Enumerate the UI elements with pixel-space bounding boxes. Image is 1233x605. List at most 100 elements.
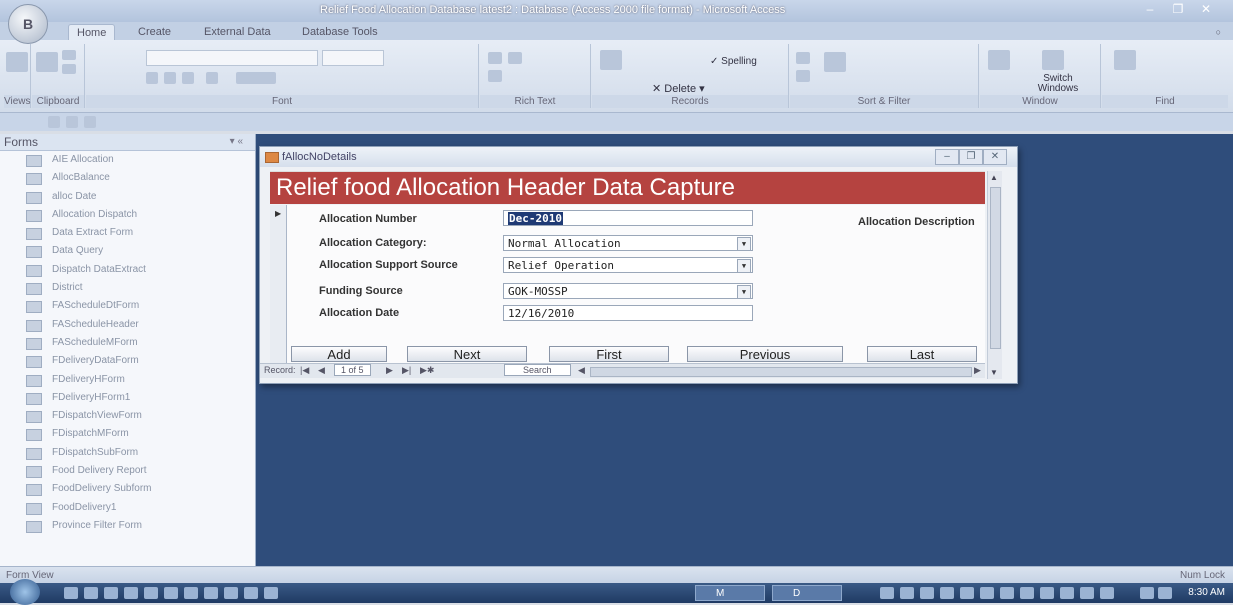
tab-create[interactable]: Create xyxy=(130,24,179,40)
view-icon[interactable] xyxy=(6,52,28,72)
add-button[interactable]: Add xyxy=(291,346,387,362)
record-position-input[interactable]: 1 of 5 xyxy=(334,364,371,376)
form-minimize-button[interactable]: – xyxy=(935,149,959,165)
size-to-fit-icon[interactable] xyxy=(988,50,1010,70)
help-icon[interactable]: ○ xyxy=(1208,24,1229,40)
tray-icon[interactable] xyxy=(940,587,954,599)
app-icon[interactable] xyxy=(224,587,238,599)
font-name-select[interactable] xyxy=(146,50,318,66)
office-button[interactable]: B xyxy=(8,4,48,44)
next-record-icon[interactable]: ▶ xyxy=(386,365,393,376)
switch-windows-icon[interactable] xyxy=(1042,50,1064,70)
record-selector[interactable]: ▶ xyxy=(270,205,287,375)
first-button[interactable]: First xyxy=(549,346,669,362)
previous-button[interactable]: Previous xyxy=(687,346,843,362)
nav-item[interactable]: FoodDelivery1 xyxy=(0,499,255,517)
nav-item[interactable]: FDispatchViewForm xyxy=(0,407,255,425)
scroll-down-icon[interactable]: ▼ xyxy=(990,368,998,377)
first-record-icon[interactable]: |◀ xyxy=(300,365,309,376)
nav-item[interactable]: FAScheduleMForm xyxy=(0,334,255,352)
nav-item[interactable]: AIE Allocation xyxy=(0,151,255,169)
save-icon[interactable] xyxy=(48,116,60,128)
tray-icon[interactable] xyxy=(1040,587,1054,599)
browser-icon[interactable] xyxy=(144,587,158,599)
tray-icon[interactable] xyxy=(880,587,894,599)
tray-icon[interactable] xyxy=(1100,587,1114,599)
new-record-icon[interactable]: ▶✱ xyxy=(420,365,434,376)
app-icon[interactable] xyxy=(244,587,258,599)
alloc-date-field[interactable]: 12/16/2010 xyxy=(503,305,753,321)
cut-icon[interactable] xyxy=(62,50,76,60)
sort-ascending-icon[interactable] xyxy=(796,52,810,64)
ie-icon[interactable] xyxy=(64,587,78,599)
support-source-combo[interactable]: Relief Operation ▼ xyxy=(503,257,753,273)
record-search-input[interactable]: Search xyxy=(504,364,571,376)
alloc-category-combo[interactable]: Normal Allocation ▼ xyxy=(503,235,753,251)
form-window-titlebar[interactable]: fAllocNoDetails – ❐ ✕ xyxy=(260,147,1017,167)
tray-icon[interactable] xyxy=(1000,587,1014,599)
form-vertical-scrollbar[interactable]: ▲ ▼ xyxy=(987,171,1002,379)
tray-icon[interactable] xyxy=(980,587,994,599)
nav-item[interactable]: Data Query xyxy=(0,242,255,260)
italic-icon[interactable] xyxy=(164,72,176,84)
undo-icon[interactable] xyxy=(66,116,78,128)
nav-item[interactable]: Allocation Dispatch xyxy=(0,206,255,224)
last-button[interactable]: Last xyxy=(867,346,977,362)
app-icon[interactable] xyxy=(164,587,178,599)
nav-item[interactable]: FDeliveryHForm1 xyxy=(0,389,255,407)
last-record-icon[interactable]: ▶| xyxy=(402,365,411,376)
copy-icon[interactable] xyxy=(62,64,76,74)
font-size-select[interactable] xyxy=(322,50,384,66)
chevron-down-icon[interactable]: ▼ xyxy=(737,237,751,251)
nav-header[interactable]: Forms ▾ « xyxy=(0,134,255,151)
nav-item[interactable]: AllocBalance xyxy=(0,169,255,187)
nav-item[interactable]: FDispatchSubForm xyxy=(0,444,255,462)
taskbar-clock[interactable]: 8:30 AM xyxy=(1188,587,1225,598)
gridlines-icon[interactable] xyxy=(236,72,276,84)
media-icon[interactable] xyxy=(124,587,138,599)
folder-icon[interactable] xyxy=(84,587,98,599)
find-icon[interactable] xyxy=(1114,50,1136,70)
nav-item[interactable]: FDeliveryHForm xyxy=(0,371,255,389)
minimize-button[interactable]: – xyxy=(1137,2,1163,18)
outdent-icon[interactable] xyxy=(508,52,522,64)
volume-icon[interactable] xyxy=(1158,587,1172,599)
indent-icon[interactable] xyxy=(488,52,502,64)
tab-home[interactable]: Home xyxy=(68,24,116,41)
scroll-thumb[interactable] xyxy=(990,187,1001,349)
tray-icon[interactable] xyxy=(900,587,914,599)
hscroll-right-icon[interactable]: ▶ xyxy=(974,365,981,376)
nav-item[interactable]: Food Delivery Report xyxy=(0,462,255,480)
restore-button[interactable]: ❐ xyxy=(1165,2,1191,18)
spelling-button[interactable]: ✓ Spelling xyxy=(710,56,757,67)
switch-windows-button[interactable]: Switch Windows xyxy=(1030,74,1086,94)
tab-external-data[interactable]: External Data xyxy=(196,24,279,40)
alloc-number-field[interactable]: Dec-2010 xyxy=(503,210,753,226)
mail-icon[interactable] xyxy=(104,587,118,599)
tray-icon[interactable] xyxy=(920,587,934,599)
nav-item[interactable]: FAScheduleDtForm xyxy=(0,297,255,315)
delete-button[interactable]: ✕ Delete ▾ xyxy=(652,82,705,95)
tray-icon[interactable] xyxy=(1080,587,1094,599)
filter-icon[interactable] xyxy=(824,52,846,72)
nav-item[interactable]: FoodDelivery Subform xyxy=(0,480,255,498)
form-restore-button[interactable]: ❐ xyxy=(959,149,983,165)
app-icon[interactable] xyxy=(264,587,278,599)
nav-item[interactable]: FDeliveryDataForm xyxy=(0,352,255,370)
taskbar-task-d[interactable]: D xyxy=(772,585,842,601)
tab-database-tools[interactable]: Database Tools xyxy=(294,24,386,40)
tray-icon[interactable] xyxy=(1020,587,1034,599)
horizontal-scrollbar[interactable] xyxy=(590,367,972,377)
prev-record-icon[interactable]: ◀ xyxy=(318,365,325,376)
chevron-down-icon[interactable]: ▼ xyxy=(737,259,751,273)
start-button[interactable] xyxy=(10,579,40,605)
nav-item[interactable]: alloc Date xyxy=(0,188,255,206)
next-button[interactable]: Next xyxy=(407,346,527,362)
funding-source-combo[interactable]: GOK-MOSSP ▼ xyxy=(503,283,753,299)
scroll-up-icon[interactable]: ▲ xyxy=(990,173,998,182)
tray-icon[interactable] xyxy=(1060,587,1074,599)
font-color-icon[interactable] xyxy=(206,72,218,84)
tray-icon[interactable] xyxy=(960,587,974,599)
redo-icon[interactable] xyxy=(84,116,96,128)
nav-item[interactable]: District xyxy=(0,279,255,297)
